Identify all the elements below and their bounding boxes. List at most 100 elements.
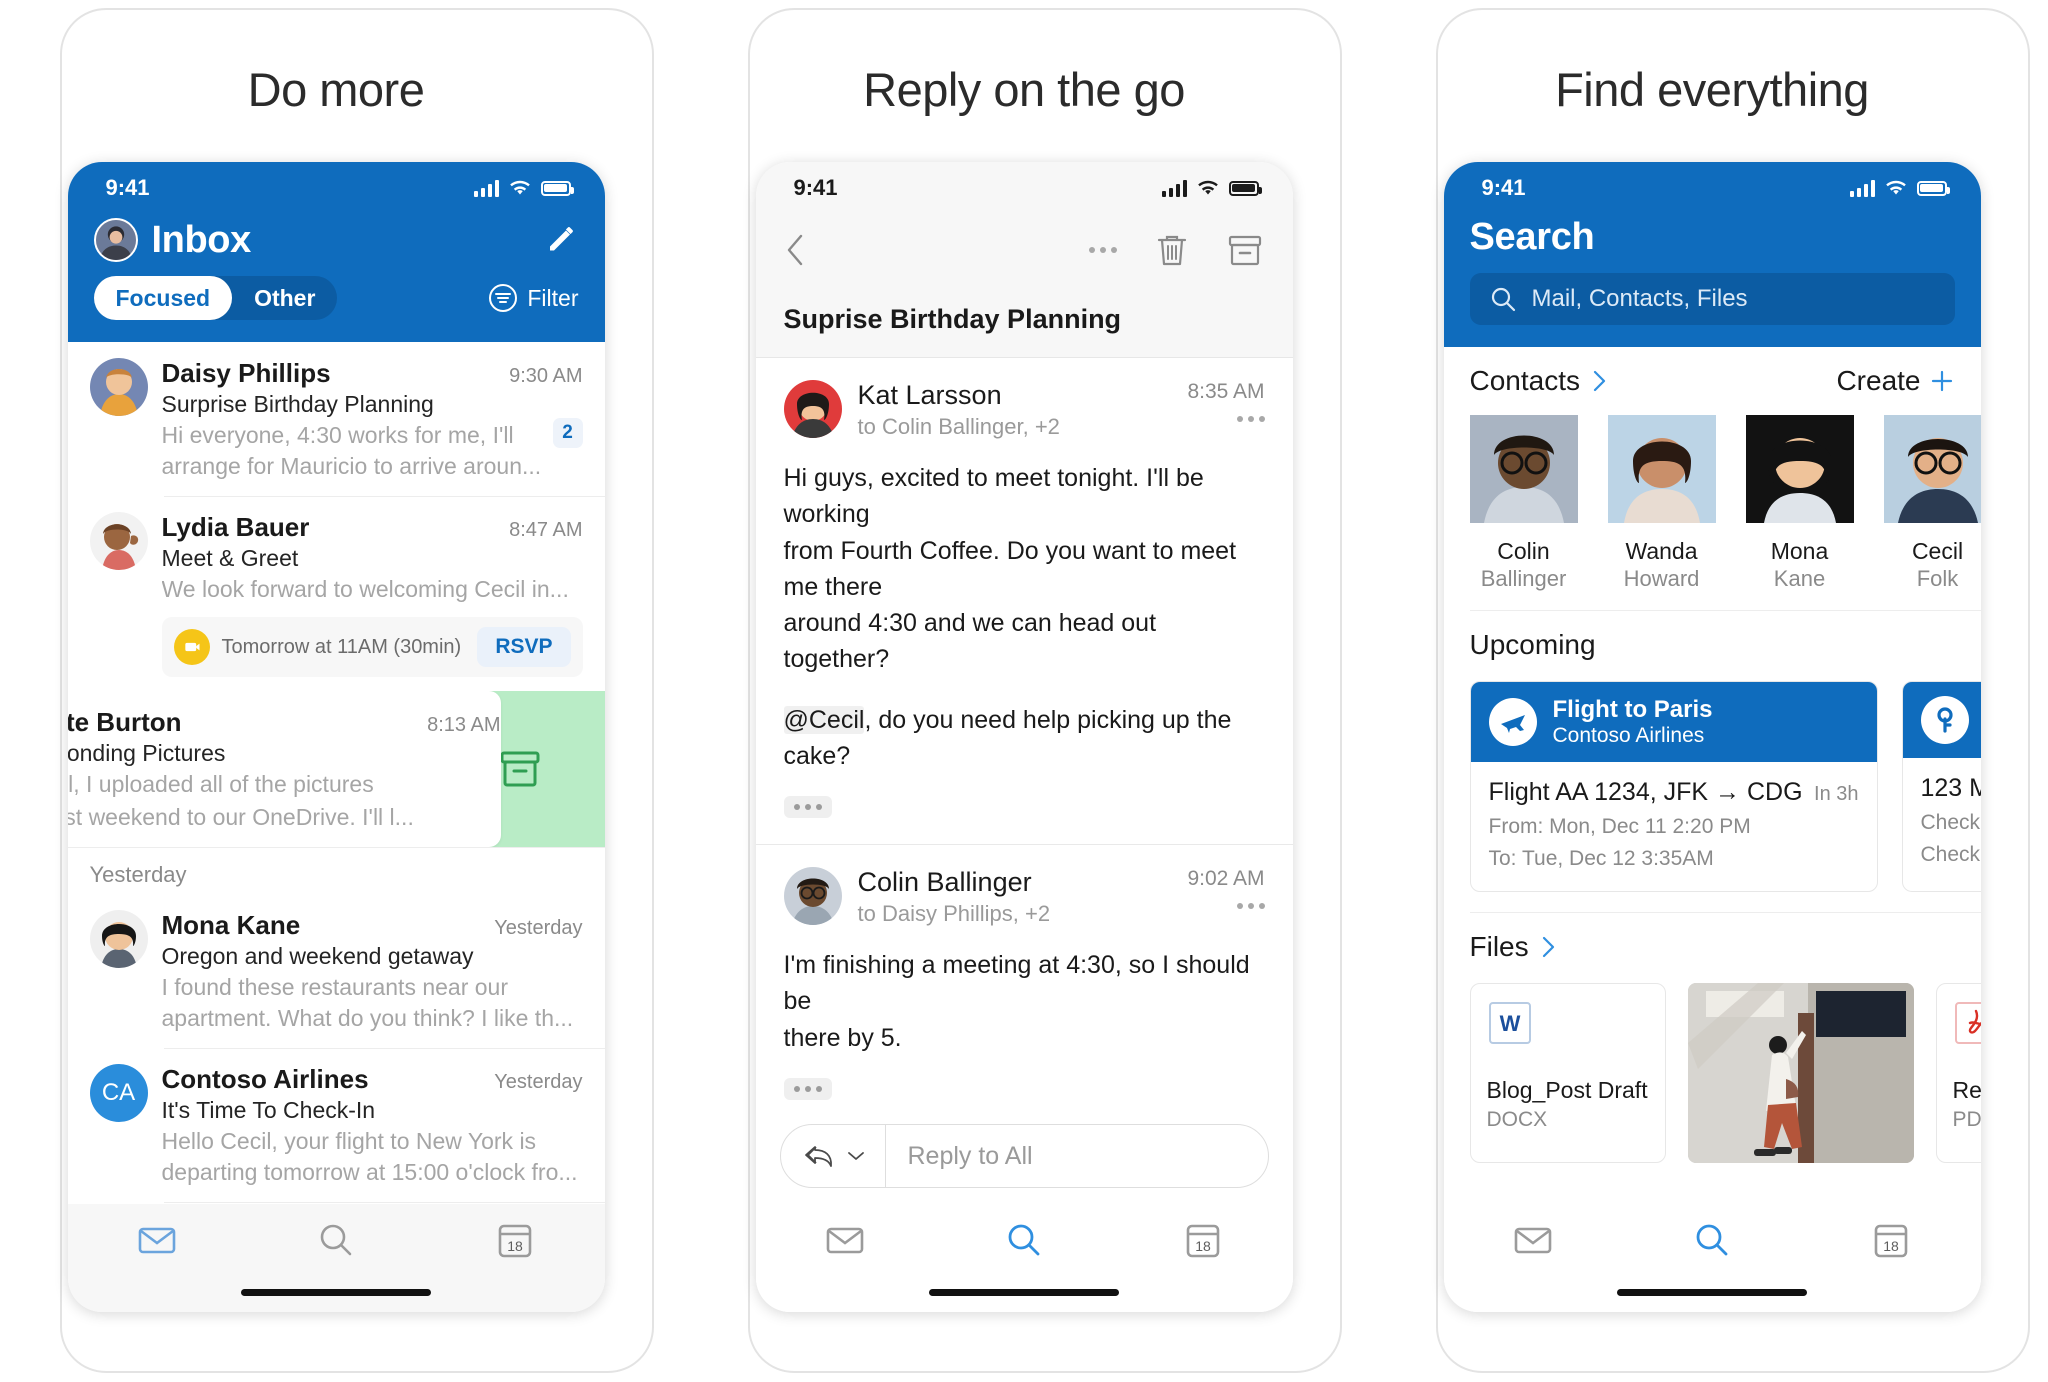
table-row[interactable]: CA Contoso Airlines Yesterday It's Time … <box>68 1048 605 1202</box>
sender-name: ste Burton <box>67 707 182 738</box>
archive-icon[interactable] <box>497 746 543 792</box>
reply-all-icon <box>804 1146 832 1167</box>
day-separator: Yesterday <box>67 847 605 894</box>
tab-calendar-18-icon[interactable]: 18 <box>1869 1218 1913 1262</box>
search-results[interactable]: Contacts Create Colin Ballinger Wanda Ho… <box>1443 347 1981 1204</box>
avatar <box>783 380 842 438</box>
upcoming-card-hotel[interactable]: 123 Ma Check In Check O <box>1901 681 1981 892</box>
subject: It's Time To Check-In <box>161 1097 376 1124</box>
cellular-signal-icon <box>1849 179 1875 197</box>
upcoming-carousel[interactable]: Flight to Paris Contoso Airlines Flight … <box>1444 667 1981 912</box>
list-item[interactable]: Wanda Howard <box>1607 415 1716 592</box>
bottom-tab-bar[interactable]: 18 <box>67 1204 605 1312</box>
files-section-title[interactable]: Files <box>1470 931 1557 963</box>
timestamp: Yesterday <box>494 917 583 940</box>
avatar <box>1883 415 1981 527</box>
panel-headline: Reply on the go <box>863 63 1185 116</box>
status-bar: 9:41 <box>1443 162 1981 214</box>
reply-bar[interactable]: Reply to All <box>755 1108 1293 1204</box>
contacts-section-title[interactable]: Contacts <box>1470 365 1609 397</box>
list-item[interactable]: Mona Kane <box>1745 415 1854 592</box>
more-icon[interactable] <box>1187 416 1265 422</box>
more-icon[interactable] <box>1088 247 1117 253</box>
expand-quoted-text-button[interactable] <box>783 1077 832 1100</box>
tab-mail-icon[interactable] <box>135 1218 179 1262</box>
image-thumbnail[interactable] <box>1687 983 1914 1163</box>
file-card[interactable]: Receipt PDF <box>1935 983 1981 1163</box>
preview-text: We look forward to welcoming Cecil in... <box>161 576 569 603</box>
archive-icon[interactable] <box>1227 232 1263 268</box>
expand-quoted-text-button[interactable] <box>783 796 832 818</box>
preview-text: I found these restaurants near our apart… <box>161 974 574 1032</box>
search-input[interactable]: Mail, Contacts, Files <box>1469 273 1955 325</box>
body-line-mention: @Cecil, do you need help picking up the … <box>783 702 1265 775</box>
files-section-header[interactable]: Files <box>1444 913 1981 969</box>
more-icon[interactable] <box>1187 903 1265 909</box>
mention-token[interactable]: @Cecil <box>783 705 865 734</box>
trash-icon[interactable] <box>1155 231 1189 269</box>
segment-other[interactable]: Other <box>232 276 337 320</box>
filter-button[interactable]: Filter <box>488 283 579 313</box>
recipients: to Daisy Phillips, +2 <box>857 901 1051 926</box>
card-subtitle: Contoso Airlines <box>1552 724 1705 747</box>
tab-search-icon[interactable] <box>1002 1218 1046 1262</box>
reply-all-button[interactable] <box>781 1125 886 1187</box>
tab-mail-icon[interactable] <box>1511 1218 1555 1262</box>
contacts-label: Contacts <box>1469 365 1581 396</box>
cellular-signal-icon <box>1161 179 1187 197</box>
reply-input[interactable]: Reply to All <box>886 1142 1033 1171</box>
avatar <box>89 512 148 571</box>
mail-list[interactable]: Daisy Phillips 9:30 AM Surprise Birthday… <box>67 342 605 1204</box>
phone-mock-conversation: 9:41 Suprise Birthday Planning Kat Larss… <box>755 162 1293 1312</box>
message-thread[interactable]: Kat Larsson to Colin Ballinger, +2 8:35 … <box>755 358 1293 1108</box>
sender-name: Lydia Bauer <box>161 512 310 543</box>
table-row[interactable]: Lydia Bauer 8:47 AM Meet & Greet We look… <box>68 496 605 691</box>
files-carousel[interactable]: W Blog_Post Draft DOCX Re PD <box>1444 969 1981 1183</box>
contacts-section-header[interactable]: Contacts Create <box>1444 347 1981 403</box>
back-chevron-icon[interactable] <box>782 228 808 272</box>
search-header: Search Mail, Contacts, Files <box>1443 214 1981 347</box>
table-row[interactable]: ste Burton 8:13 AM Bonding Pictures cil,… <box>67 691 501 848</box>
message-body: Hi guys, excited to meet tonight. I'll b… <box>783 460 1265 775</box>
tab-search-icon[interactable] <box>1690 1218 1734 1262</box>
list-item[interactable]: Colin Ballinger <box>1469 415 1578 592</box>
svg-text:18: 18 <box>1883 1238 1899 1254</box>
sender-name: Daisy Phillips <box>161 358 331 388</box>
segment-focused[interactable]: Focused <box>93 276 233 320</box>
table-row[interactable]: Daisy Phillips 9:30 AM Surprise Birthday… <box>68 342 605 496</box>
upcoming-label: Upcoming <box>1469 629 1596 660</box>
compose-icon[interactable] <box>545 223 579 257</box>
file-card[interactable]: W Blog_Post Draft DOCX <box>1469 983 1666 1163</box>
swiped-row-archive[interactable]: ste Burton 8:13 AM Bonding Pictures cil,… <box>67 691 605 848</box>
tab-mail-icon[interactable] <box>823 1218 867 1262</box>
file-type: DOCX <box>1486 1108 1548 1131</box>
filter-label: Filter <box>527 284 579 311</box>
list-item[interactable]: Cecil Folk <box>1883 415 1981 592</box>
focus-segmented-control[interactable]: Focused Other <box>93 276 338 320</box>
message-item[interactable]: Colin Ballinger to Daisy Phillips, +2 9:… <box>755 845 1293 1108</box>
chevron-right-icon <box>1542 936 1554 958</box>
rsvp-button[interactable]: RSVP <box>477 627 571 668</box>
panel-headline: Do more <box>247 63 425 116</box>
contact-first-name: Colin <box>1497 538 1550 564</box>
sender-name: Kat Larsson <box>857 380 1002 410</box>
body-line: around 4:30 and we can head out together… <box>783 609 1157 674</box>
conversation-toolbar <box>755 214 1293 286</box>
tab-calendar-18-icon[interactable]: 18 <box>493 1218 537 1262</box>
message-item[interactable]: Kat Larsson to Colin Ballinger, +2 8:35 … <box>755 358 1293 845</box>
upcoming-card-flight[interactable]: Flight to Paris Contoso Airlines Flight … <box>1469 681 1878 892</box>
conversation-subject: Suprise Birthday Planning <box>755 286 1293 358</box>
filter-icon <box>489 284 518 312</box>
bottom-tab-bar[interactable]: 18 <box>1443 1204 1981 1312</box>
contacts-carousel[interactable]: Colin Ballinger Wanda Howard Mona Kane C… <box>1444 403 1981 610</box>
meeting-invite-row[interactable]: Tomorrow at 11AM (30min) RSVP <box>161 617 583 678</box>
tab-calendar-18-icon[interactable]: 18 <box>1181 1218 1225 1262</box>
create-contact-button[interactable]: Create <box>1836 365 1954 397</box>
bottom-tab-bar[interactable]: 18 <box>755 1204 1293 1312</box>
svg-text:18: 18 <box>1195 1238 1211 1254</box>
avatar[interactable] <box>93 218 138 262</box>
timestamp: 8:47 AM <box>509 519 583 542</box>
tab-search-icon[interactable] <box>314 1218 358 1262</box>
avatar <box>1745 415 1854 527</box>
table-row[interactable]: Mona Kane Yesterday Oregon and weekend g… <box>68 894 605 1048</box>
